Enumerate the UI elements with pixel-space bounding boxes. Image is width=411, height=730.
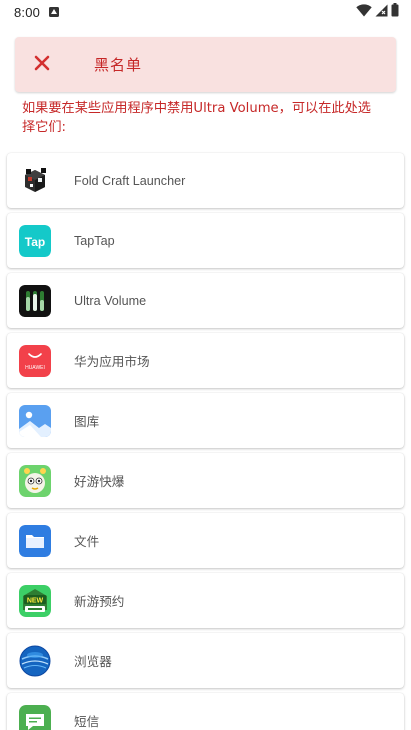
app-name: 浏览器 xyxy=(74,655,112,669)
app-item-files[interactable]: 文件 xyxy=(7,513,404,568)
ultra-volume-icon xyxy=(19,284,51,317)
app-name: Fold Craft Launcher xyxy=(74,173,186,188)
app-item-ultra-volume[interactable]: Ultra Volume xyxy=(7,273,404,328)
app-name: TapTap xyxy=(74,233,115,248)
close-button[interactable] xyxy=(15,37,69,92)
app-name: 短信 xyxy=(74,715,100,729)
new-game-reservation-icon: NEW xyxy=(19,584,51,617)
files-folder-icon xyxy=(19,524,51,557)
status-icons xyxy=(356,3,399,21)
taptap-icon: Tap xyxy=(19,224,51,257)
app-item-messages[interactable]: 短信 xyxy=(7,693,404,730)
app-item-haoyou-kuaibao[interactable]: 好游快爆 xyxy=(7,453,404,508)
svg-text:HUAWEI: HUAWEI xyxy=(25,365,45,371)
app-item-fold-craft-launcher[interactable]: Fold Craft Launcher xyxy=(7,153,404,208)
cellular-signal-icon xyxy=(375,4,388,21)
wifi-icon xyxy=(356,3,372,21)
browser-icon xyxy=(19,645,51,677)
status-bar: 8:00 xyxy=(0,0,411,24)
blacklist-description: 如果要在某些应用程序中禁用Ultra Volume，可以在此处选择它们: xyxy=(22,101,371,135)
app-item-new-game-reservation[interactable]: NEW 新游预约 xyxy=(7,573,404,628)
app-item-taptap[interactable]: Tap TapTap xyxy=(7,213,404,268)
app-name: 华为应用市场 xyxy=(74,355,150,369)
huawei-appgallery-icon: HUAWEI xyxy=(19,344,51,377)
page-title: 黑名单 xyxy=(94,56,143,74)
gallery-icon xyxy=(19,404,51,437)
app-name: Ultra Volume xyxy=(74,293,147,308)
battery-icon xyxy=(391,3,399,21)
blacklist-header: 黑名单 xyxy=(15,37,396,92)
app-name: 新游预约 xyxy=(74,595,125,609)
app-list: Fold Craft Launcher Tap TapTap Ultra Vol… xyxy=(7,153,404,730)
app-item-huawei-appgallery[interactable]: HUAWEI 华为应用市场 xyxy=(7,333,404,388)
fold-craft-launcher-icon xyxy=(19,164,51,197)
svg-text:NEW: NEW xyxy=(27,597,44,604)
app-name: 好游快爆 xyxy=(74,475,125,489)
app-name: 图库 xyxy=(74,415,100,429)
haoyou-kuaibao-icon xyxy=(19,464,51,497)
screen: 8:00 黑名单 如果要在某些应用程序中禁用Ultra Volume，可以在此处… xyxy=(0,0,411,730)
app-name: 文件 xyxy=(74,535,100,549)
close-icon xyxy=(34,55,50,75)
app-item-gallery[interactable]: 图库 xyxy=(7,393,404,448)
svg-text:Tap: Tap xyxy=(25,235,45,249)
notification-icon xyxy=(48,6,60,18)
app-item-browser[interactable]: 浏览器 xyxy=(7,633,404,688)
messages-icon xyxy=(19,704,51,730)
status-time: 8:00 xyxy=(14,4,41,20)
